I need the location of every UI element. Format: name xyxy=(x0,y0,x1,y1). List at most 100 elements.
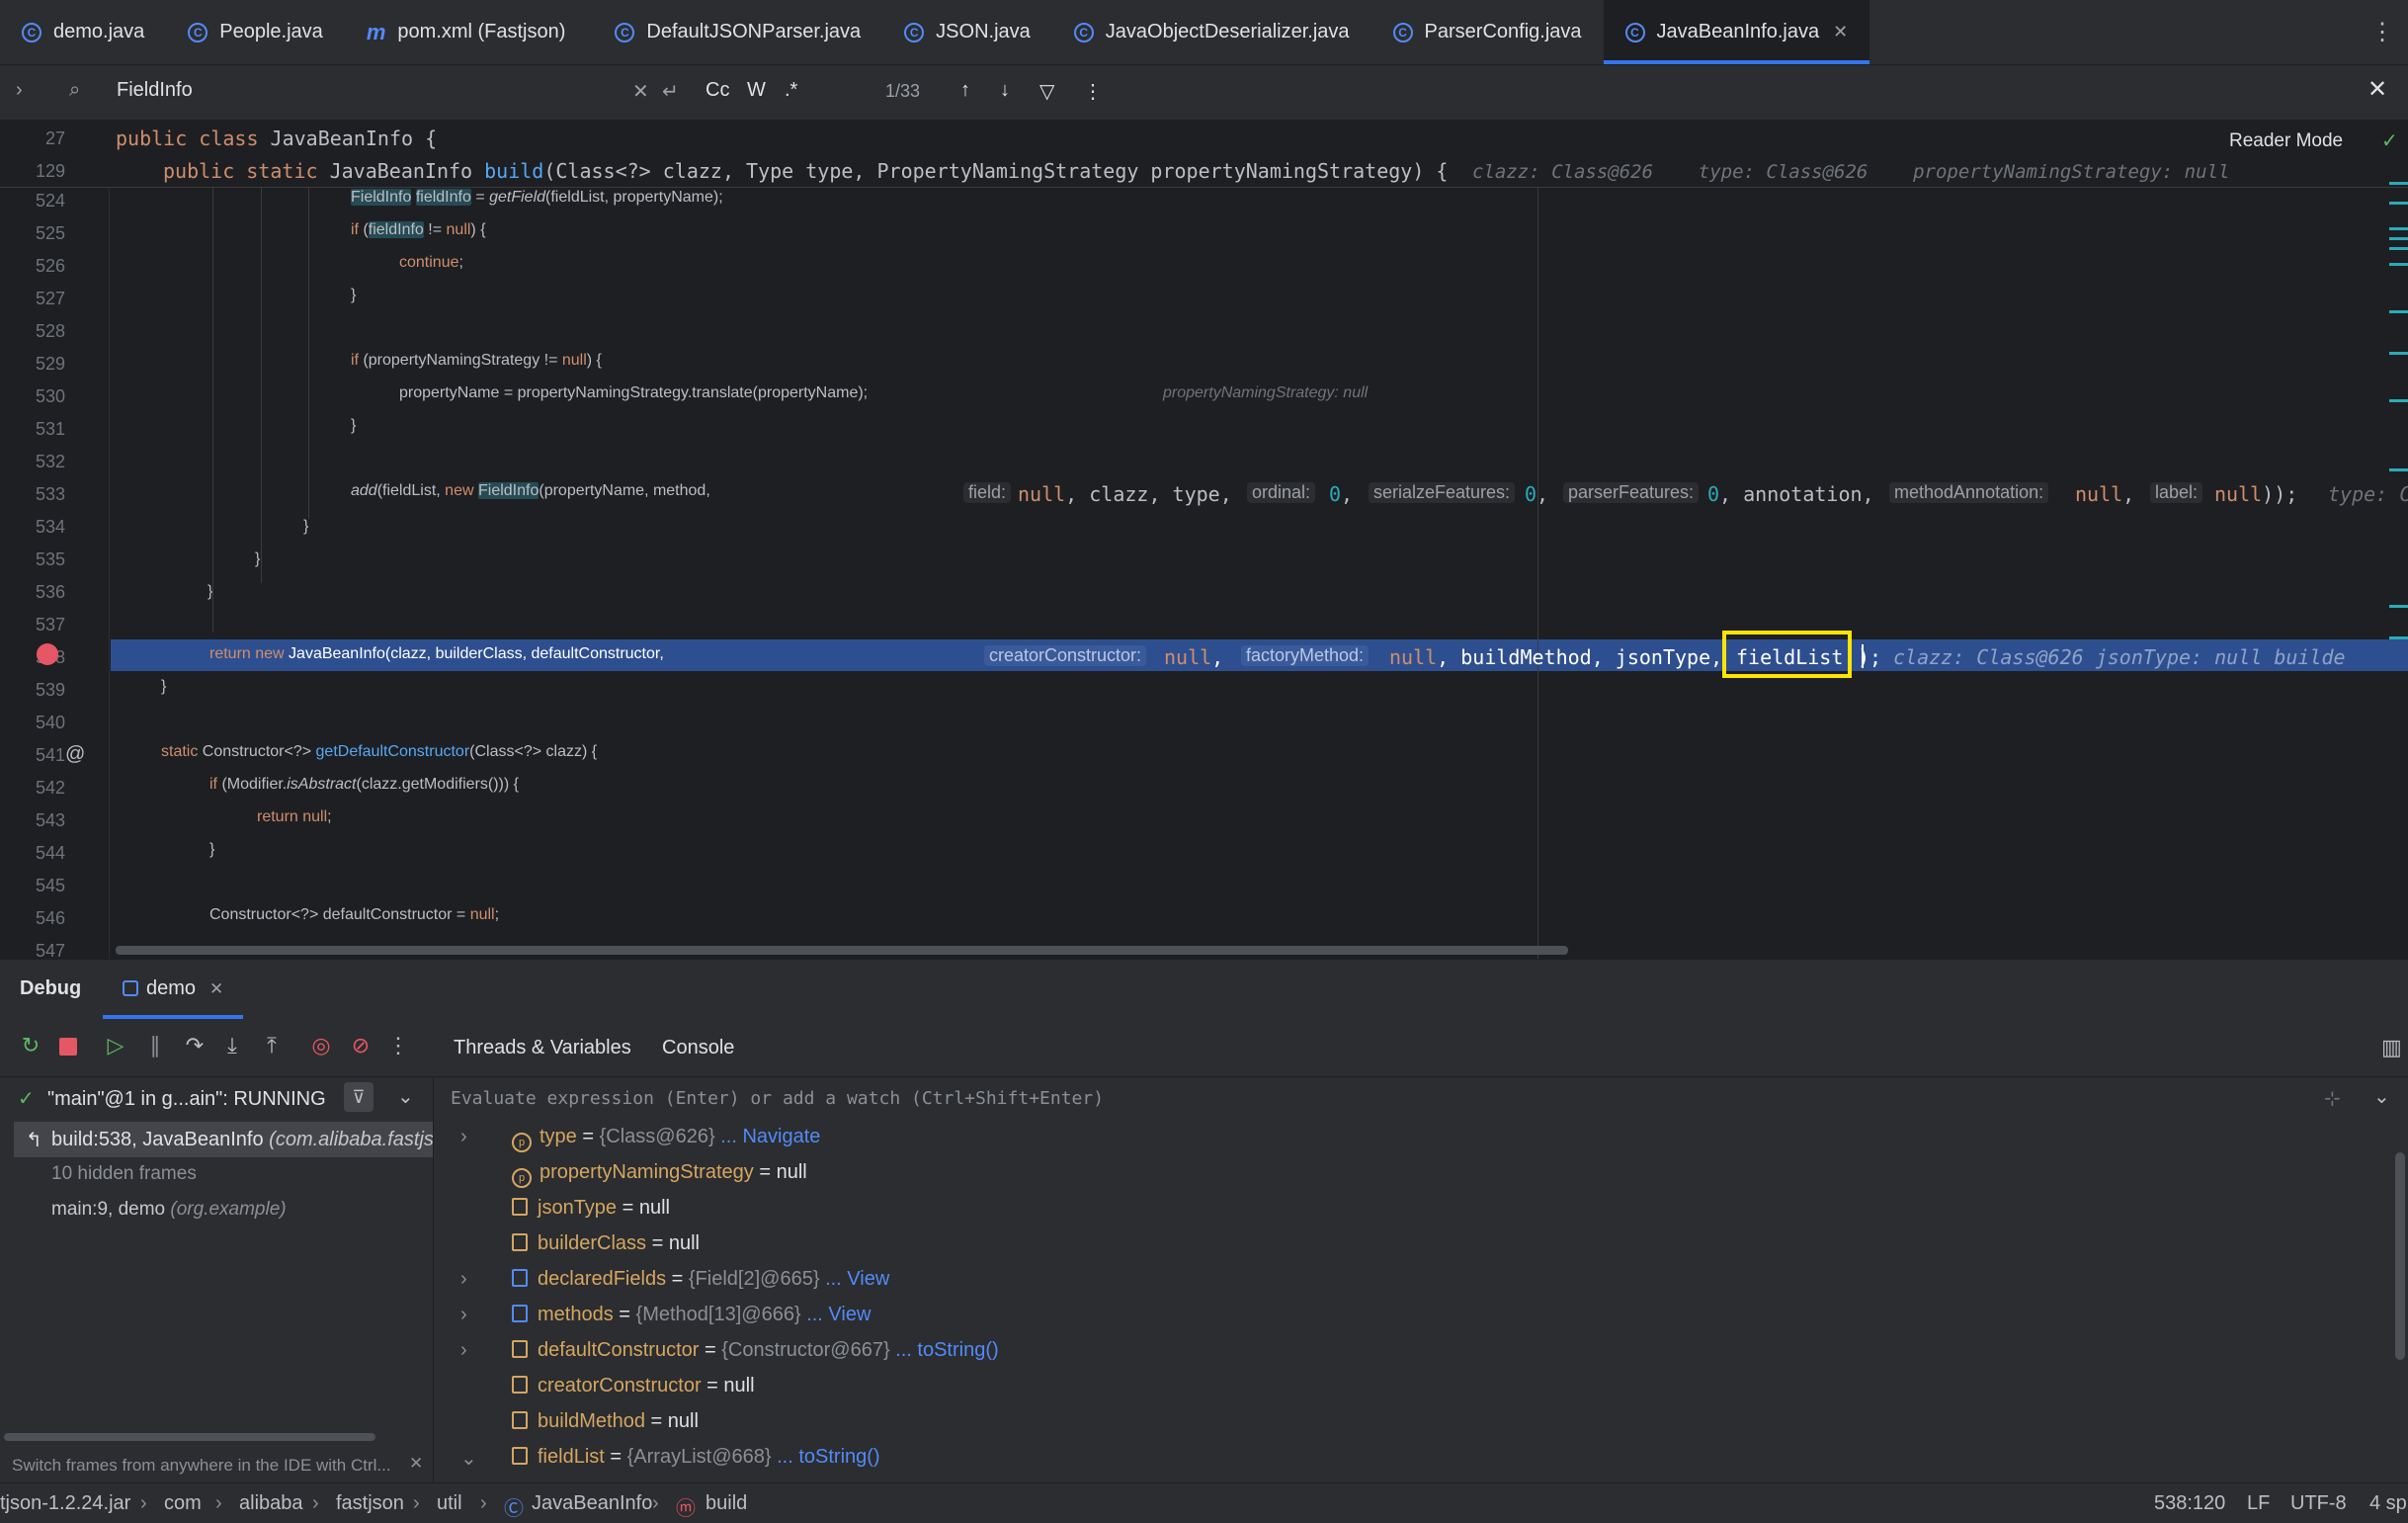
variable-row[interactable]: p propertyNamingStrategy = null xyxy=(512,1161,807,1188)
chevron-right-icon[interactable]: › xyxy=(460,1339,467,1362)
chevron-right-icon[interactable]: › xyxy=(460,1268,467,1291)
frame-return-icon: ↰ xyxy=(26,1130,42,1151)
variable-row[interactable]: › defaultConstructor = {Constructor@667} … xyxy=(460,1339,999,1362)
horizontal-scrollbar[interactable] xyxy=(116,946,1568,955)
parameter-icon: p xyxy=(512,1168,532,1188)
line-number: 535 xyxy=(35,550,65,569)
tab-json[interactable]: C JSON.java xyxy=(882,0,1052,64)
local-variable-icon xyxy=(512,1198,528,1216)
breadcrumb-com[interactable]: com xyxy=(164,1492,202,1515)
more-tabs-icon[interactable]: ⋮ xyxy=(2370,18,2394,46)
frame-main[interactable]: main:9, demo (org.example) xyxy=(51,1199,287,1221)
line-separator[interactable]: LF xyxy=(2247,1492,2270,1515)
session-tab-demo[interactable]: demo ✕ xyxy=(103,960,244,1019)
variable-row[interactable]: ⌄ fieldList = {ArrayList@668} ... toStrin… xyxy=(460,1446,880,1470)
tab-parserconfig[interactable]: C ParserConfig.java xyxy=(1371,0,1604,64)
clear-search-icon[interactable]: ✕ xyxy=(632,79,649,104)
variable-row[interactable]: buildMethod = null xyxy=(512,1410,699,1433)
mute-breakpoints-icon[interactable]: ⊘ xyxy=(348,1033,374,1058)
tab-javabeaninfo[interactable]: C JavaBeanInfo.java ✕ xyxy=(1603,0,1870,64)
regex-toggle[interactable]: .* xyxy=(785,79,797,102)
tab-console[interactable]: Console xyxy=(662,1037,734,1059)
breadcrumb-class[interactable]: JavaBeanInfo xyxy=(532,1492,652,1515)
words-toggle[interactable]: W xyxy=(747,79,766,102)
variable-row[interactable]: creatorConstructor = null xyxy=(512,1375,755,1397)
overrides-icon[interactable]: @ xyxy=(65,743,85,766)
debug-title: Debug xyxy=(20,977,82,999)
sticky-method-line[interactable]: public static JavaBeanInfo build(Class<?… xyxy=(163,159,1448,183)
variable-value: null xyxy=(638,1197,670,1219)
close-tab-icon[interactable]: ✕ xyxy=(1833,22,1848,42)
evaluate-expression-input[interactable]: Evaluate expression (Enter) or add a wat… xyxy=(451,1088,1104,1109)
ide-window: Cdemo.java C People.java m pom.xml (Fastjs… xyxy=(0,0,2408,1523)
close-session-icon[interactable]: ✕ xyxy=(209,979,223,998)
java-class-icon: Ⓒ xyxy=(504,1498,524,1520)
variable-row[interactable]: jsonType = null xyxy=(512,1197,670,1220)
more-actions-icon[interactable]: ⋮ xyxy=(385,1033,411,1058)
variable-row[interactable]: builderClass = null xyxy=(512,1232,700,1255)
code-editor[interactable] xyxy=(0,121,2408,959)
match-case-toggle[interactable]: Cc xyxy=(706,79,729,102)
breadcrumb-method[interactable]: build xyxy=(706,1492,747,1515)
tab-pom[interactable]: m pom.xml (Fastjson) xyxy=(345,0,588,64)
variables-scrollbar[interactable] xyxy=(2395,1152,2405,1360)
app-icon xyxy=(123,980,138,996)
tab-demo[interactable]: Cdemo.java xyxy=(0,0,166,64)
chevron-down-icon[interactable]: ⌄ xyxy=(460,1446,477,1471)
hidden-frames[interactable]: 10 hidden frames xyxy=(51,1163,197,1185)
view-breakpoints-icon[interactable]: ◎ xyxy=(308,1033,334,1058)
close-find-icon[interactable]: ✕ xyxy=(2367,75,2387,104)
step-into-icon[interactable]: ⤓ xyxy=(219,1033,245,1058)
line-number: 129 xyxy=(35,161,65,181)
tab-people[interactable]: C People.java xyxy=(166,0,345,64)
breadcrumb-fastjson[interactable]: fastjson xyxy=(336,1492,404,1515)
chevron-right-icon[interactable]: › xyxy=(16,79,23,102)
step-over-icon[interactable]: ↷ xyxy=(182,1033,208,1058)
local-variable-icon xyxy=(512,1376,528,1394)
new-line-icon[interactable]: ↵ xyxy=(662,79,679,104)
find-input[interactable]: FieldInfo xyxy=(117,79,193,102)
layout-icon[interactable]: ▥ xyxy=(2381,1035,2402,1060)
tab-threads-variables[interactable]: Threads & Variables xyxy=(454,1037,631,1059)
filter-icon[interactable]: ▽ xyxy=(1039,79,1054,104)
previous-occurrence-icon[interactable]: ↑ xyxy=(960,79,970,102)
tostring-link[interactable]: ... toString() xyxy=(777,1446,879,1468)
navigate-link[interactable]: ... Navigate xyxy=(720,1126,820,1147)
breadcrumb-alibaba[interactable]: alibaba xyxy=(239,1492,303,1515)
variable-row[interactable]: › methods = {Method[13]@666} ... View xyxy=(460,1304,871,1326)
next-occurrence-icon[interactable]: ↓ xyxy=(1000,79,1010,102)
frames-scrollbar[interactable] xyxy=(4,1433,375,1441)
chevron-down-icon[interactable]: ⌄ xyxy=(397,1084,414,1109)
tab-defaultjsonparser[interactable]: C DefaultJSONParser.java xyxy=(593,0,882,64)
indent-setting[interactable]: 4 sp xyxy=(2369,1492,2407,1515)
tab-javaobjectdeserializer[interactable]: C JavaObjectDeserializer.java xyxy=(1052,0,1371,64)
view-link[interactable]: ... View xyxy=(806,1304,871,1325)
chevron-down-icon[interactable]: ⌄ xyxy=(2373,1084,2390,1109)
search-icon[interactable]: ⌕ xyxy=(69,79,80,102)
pause-icon[interactable]: ∥ xyxy=(142,1033,168,1058)
file-encoding[interactable]: UTF-8 xyxy=(2290,1492,2347,1515)
chevron-right-icon[interactable]: › xyxy=(460,1304,467,1326)
resume-icon[interactable]: ▷ xyxy=(103,1033,128,1058)
stop-icon[interactable] xyxy=(59,1038,77,1056)
reader-mode-button[interactable]: Reader Mode xyxy=(2229,130,2343,152)
chevron-right-icon[interactable]: › xyxy=(460,1126,467,1148)
param-hint: methodAnnotation: xyxy=(1889,482,2049,503)
variable-row[interactable]: › declaredFields = {Field[2]@665} ... Vie… xyxy=(460,1268,889,1291)
sticky-class-line[interactable]: public class JavaBeanInfo { xyxy=(116,127,437,150)
more-options-icon[interactable]: ⋮ xyxy=(1083,79,1103,104)
close-tip-icon[interactable]: ✕ xyxy=(409,1454,423,1474)
filter-icon[interactable]: ⊽ xyxy=(344,1082,374,1112)
thread-selector[interactable]: "main"@1 in g...ain": RUNNING xyxy=(47,1088,326,1111)
frame-build[interactable]: build:538, JavaBeanInfo (com.alibaba.fas… xyxy=(51,1129,433,1151)
view-link[interactable]: ... View xyxy=(825,1268,889,1290)
caret-position[interactable]: 538:120 xyxy=(2154,1492,2225,1515)
tostring-link[interactable]: ... toString() xyxy=(895,1339,998,1361)
breadcrumb-util[interactable]: util xyxy=(437,1492,462,1515)
breadcrumb-jar[interactable]: tjson-1.2.24.jar xyxy=(0,1492,130,1515)
step-out-icon[interactable]: ⤒ xyxy=(259,1033,285,1058)
variable-row[interactable]: › p type = {Class@626} ... Navigate xyxy=(460,1126,820,1152)
add-watch-icon[interactable]: ⊹ xyxy=(2324,1086,2341,1111)
error-stripe[interactable] xyxy=(2389,182,2408,676)
rerun-icon[interactable]: ↻ xyxy=(18,1033,43,1058)
